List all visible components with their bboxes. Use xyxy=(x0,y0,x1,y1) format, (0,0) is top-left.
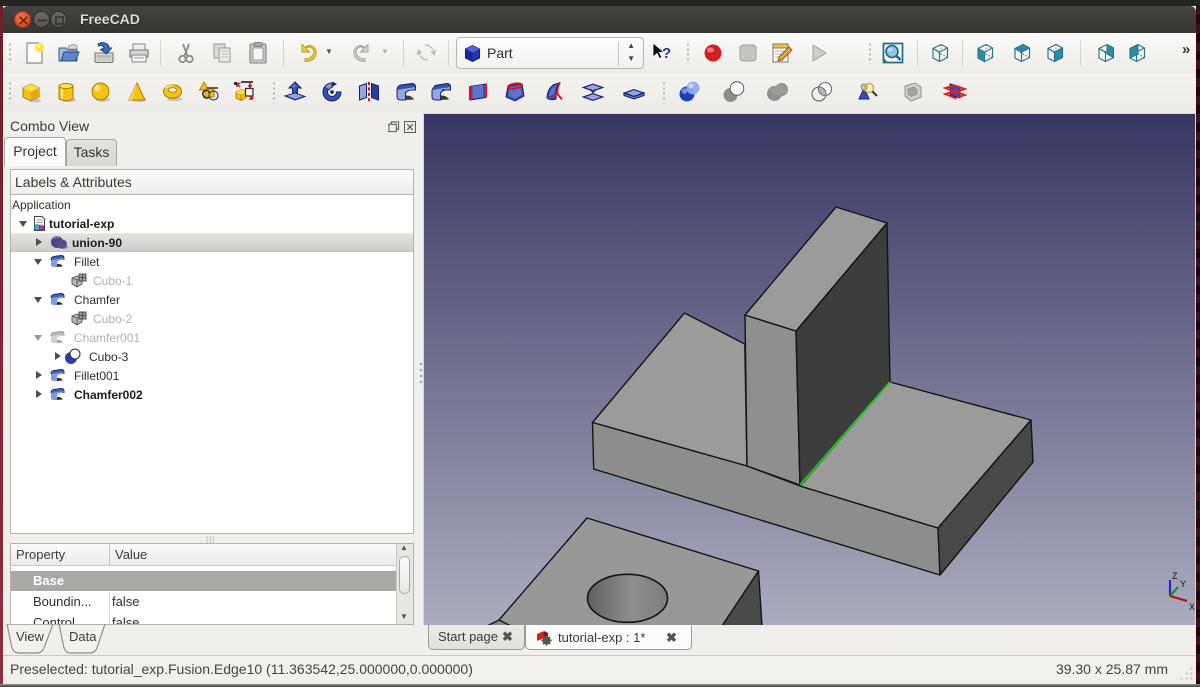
svg-text:Data: Data xyxy=(69,629,97,644)
svg-text:View: View xyxy=(16,629,45,644)
svg-text:Z: Z xyxy=(1172,571,1178,581)
svg-text:X: X xyxy=(1189,602,1195,612)
svg-text:Y: Y xyxy=(1180,579,1186,589)
